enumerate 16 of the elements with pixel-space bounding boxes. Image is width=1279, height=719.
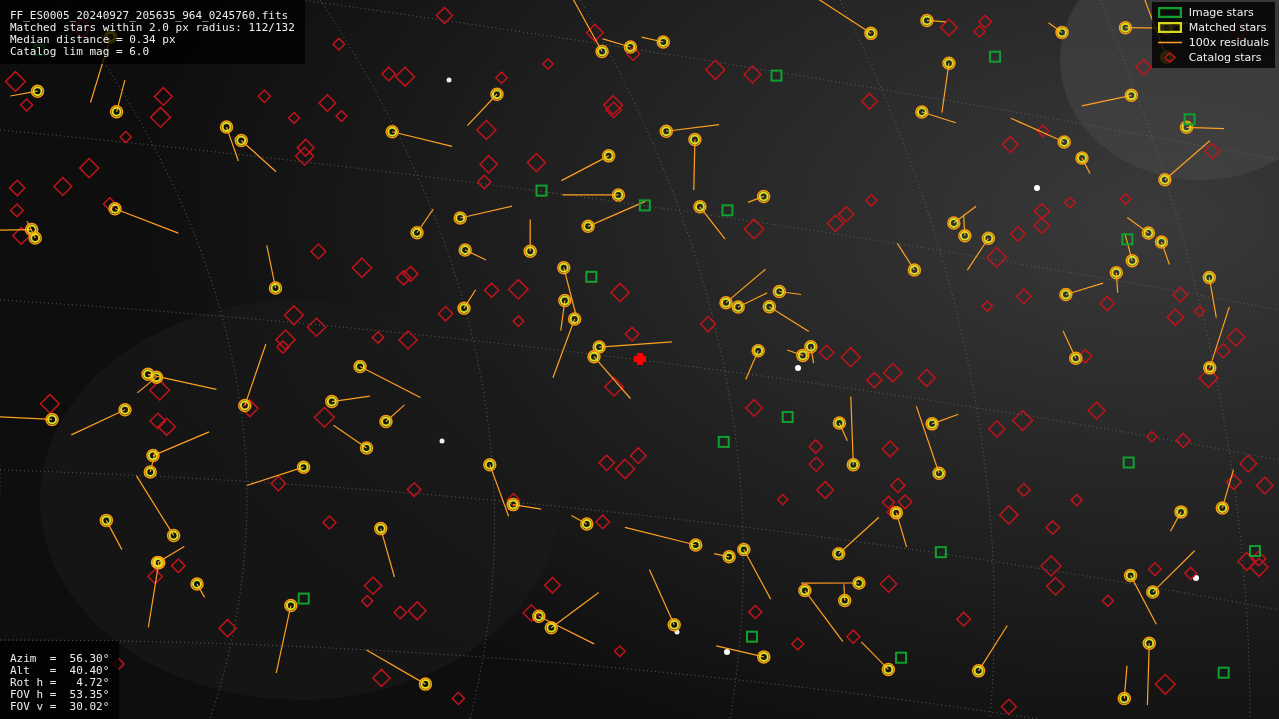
legend-label: Catalog stars <box>1188 51 1263 64</box>
image-star-legend-icon <box>1157 7 1182 18</box>
file-info-line: Median distance = 0.34 px <box>10 34 176 46</box>
legend-label: Image stars <box>1188 6 1255 19</box>
legend-label: 100x residuals <box>1188 36 1269 49</box>
matched-star-legend-icon <box>1157 22 1182 33</box>
file-info-line: Matched stars within 2.0 px radius: 112/132 <box>10 22 295 34</box>
pointing-info-line: FOV v = 30.02° <box>10 701 110 713</box>
legend-label: Matched stars <box>1188 21 1268 34</box>
pointing-info-line: Azim = 56.30° <box>10 653 110 665</box>
pointing-info-line: Rot h = 4.72° <box>10 677 110 689</box>
file-info-line: Catalog lim mag = 6.0 <box>10 46 150 58</box>
crosshair-icon <box>634 353 646 365</box>
pointing-info-line: Alt = 40.40° <box>10 665 110 677</box>
file-info-line: FF_ES0005_20240927_205635_964_0245760.fits <box>10 10 289 22</box>
pointing-info-line: FOV h = 53.35° <box>10 689 110 701</box>
